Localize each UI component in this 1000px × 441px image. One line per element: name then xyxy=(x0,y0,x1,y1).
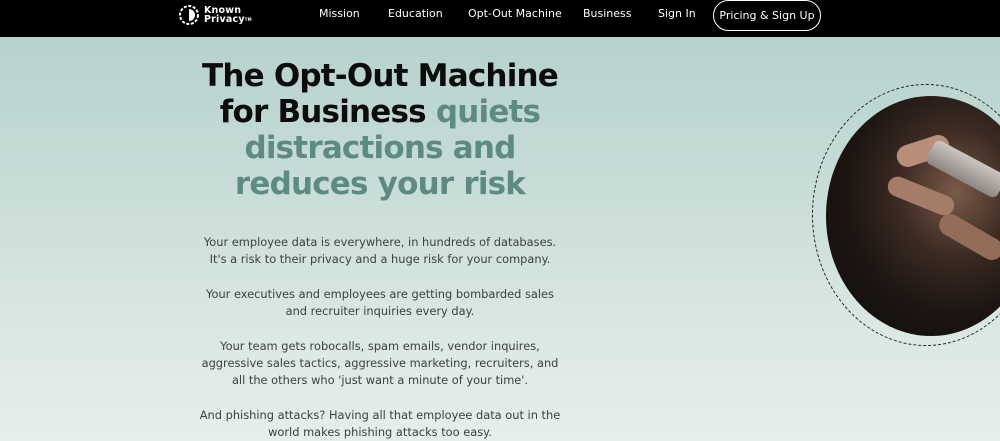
body-paragraph-4: And phishing attacks? Having all that em… xyxy=(199,408,561,439)
nav-education[interactable]: Education xyxy=(388,7,443,20)
hero-title: The Opt-Out Machine for Business quiets … xyxy=(180,58,580,202)
hero-title-accent-3: reduces your risk xyxy=(234,166,526,202)
hero-title-accent-2: distractions and xyxy=(244,130,516,166)
brand-wordmark: Known PrivacyTM xyxy=(204,6,252,25)
pricing-signup-button[interactable]: Pricing & Sign Up xyxy=(713,0,821,31)
brand-logo[interactable]: Known PrivacyTM xyxy=(179,5,252,25)
top-nav-bar: Known PrivacyTM Mission Education Opt-Ou… xyxy=(0,0,1000,37)
nav-opt-out-machine[interactable]: Opt-Out Machine xyxy=(468,7,562,20)
hero-title-accent-1: quiets xyxy=(435,94,541,130)
nav-business[interactable]: Business xyxy=(583,7,632,20)
brand-line2: Privacy xyxy=(204,14,245,25)
nav-mission[interactable]: Mission xyxy=(319,7,360,20)
hero-image-frame xyxy=(812,84,1000,348)
brand-tm: TM xyxy=(244,17,252,22)
body-paragraph-2: Your executives and employees are gettin… xyxy=(206,287,554,318)
body-paragraph-1: Your employee data is everywhere, in hun… xyxy=(203,235,557,266)
known-privacy-logo-icon xyxy=(179,5,199,25)
nav-sign-in[interactable]: Sign In xyxy=(658,7,696,20)
body-paragraph-3: Your team gets robocalls, spam emails, v… xyxy=(201,339,559,387)
hero-title-line1: The Opt-Out Machine xyxy=(201,58,559,94)
hero-title-line2: for Business xyxy=(219,94,427,130)
